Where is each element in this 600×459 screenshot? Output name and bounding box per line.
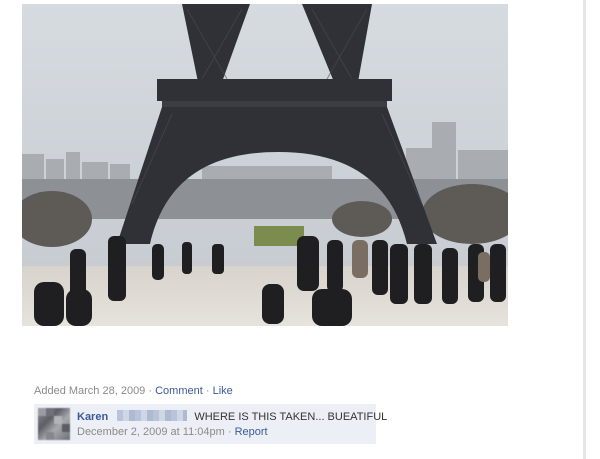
meta-separator: · bbox=[148, 385, 153, 397]
page-border bbox=[583, 0, 586, 459]
avatar[interactable] bbox=[38, 408, 70, 440]
like-link[interactable]: Like bbox=[213, 385, 233, 397]
comment-text: WHERE IS THIS TAKEN... BUEATIFUL bbox=[194, 411, 388, 423]
post-photo[interactable] bbox=[22, 4, 508, 326]
post-container: Added March 28, 2009 · Comment · Like Ka… bbox=[0, 0, 583, 459]
meta-separator: · bbox=[205, 385, 210, 397]
added-date: Added March 28, 2009 bbox=[34, 385, 146, 397]
eiffel-tower-photo bbox=[22, 4, 508, 326]
redacted-name bbox=[117, 410, 188, 421]
comment-separator: · bbox=[227, 426, 232, 438]
comment-item: Karen WHERE IS THIS TAKEN... BUEATIFUL D… bbox=[34, 404, 387, 444]
comment-timestamp: December 2, 2009 at 11:04pm bbox=[77, 426, 225, 438]
report-link[interactable]: Report bbox=[235, 426, 268, 438]
comment-link[interactable]: Comment bbox=[155, 385, 203, 397]
post-meta: Added March 28, 2009 · Comment · Like bbox=[34, 385, 233, 397]
comment-footer: December 2, 2009 at 11:04pm · Report bbox=[77, 426, 268, 438]
comment-author-link[interactable]: Karen bbox=[77, 411, 108, 423]
comment-header: Karen WHERE IS THIS TAKEN... BUEATIFUL bbox=[77, 410, 387, 423]
